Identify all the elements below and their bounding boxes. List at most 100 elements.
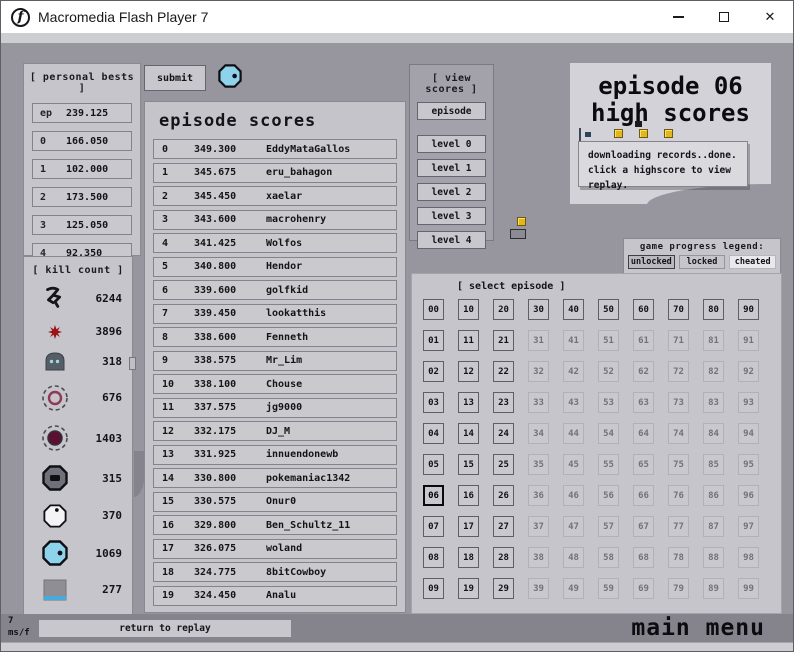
episode-cell-88[interactable]: 88 [703, 547, 724, 568]
episode-cell-04[interactable]: 04 [423, 423, 444, 444]
episode-cell-23[interactable]: 23 [493, 392, 514, 413]
episode-cell-80[interactable]: 80 [703, 299, 724, 320]
episode-cell-31[interactable]: 31 [528, 330, 549, 351]
episode-cell-81[interactable]: 81 [703, 330, 724, 351]
highscore-row[interactable]: 10 338.100 Chouse [153, 374, 397, 395]
episode-cell-28[interactable]: 28 [493, 547, 514, 568]
episode-cell-60[interactable]: 60 [633, 299, 654, 320]
episode-cell-00[interactable]: 00 [423, 299, 444, 320]
highscore-row[interactable]: 6 339.600 golfkid [153, 280, 397, 301]
episode-cell-75[interactable]: 75 [668, 454, 689, 475]
episode-cell-08[interactable]: 08 [423, 547, 444, 568]
highscore-row[interactable]: 16 329.800 Ben_Schultz_11 [153, 515, 397, 536]
episode-cell-96[interactable]: 96 [738, 485, 759, 506]
episode-cell-39[interactable]: 39 [528, 578, 549, 599]
main-menu-button[interactable]: main menu [631, 615, 765, 641]
episode-cell-17[interactable]: 17 [458, 516, 479, 537]
highscore-row[interactable]: 7 339.450 lookatthis [153, 303, 397, 324]
highscore-row[interactable]: 18 324.775 8bitCowboy [153, 562, 397, 583]
episode-cell-29[interactable]: 29 [493, 578, 514, 599]
episode-cell-36[interactable]: 36 [528, 485, 549, 506]
episode-cell-84[interactable]: 84 [703, 423, 724, 444]
episode-cell-24[interactable]: 24 [493, 423, 514, 444]
highscore-row[interactable]: 11 337.575 jg9000 [153, 397, 397, 418]
episode-cell-30[interactable]: 30 [528, 299, 549, 320]
minimize-button[interactable] [655, 1, 701, 33]
episode-cell-91[interactable]: 91 [738, 330, 759, 351]
episode-cell-54[interactable]: 54 [598, 423, 619, 444]
episode-cell-74[interactable]: 74 [668, 423, 689, 444]
episode-cell-79[interactable]: 79 [668, 578, 689, 599]
episode-cell-86[interactable]: 86 [703, 485, 724, 506]
episode-cell-55[interactable]: 55 [598, 454, 619, 475]
episode-cell-51[interactable]: 51 [598, 330, 619, 351]
episode-cell-15[interactable]: 15 [458, 454, 479, 475]
highscore-row[interactable]: 12 332.175 DJ_M [153, 421, 397, 442]
episode-cell-94[interactable]: 94 [738, 423, 759, 444]
episode-cell-02[interactable]: 02 [423, 361, 444, 382]
episode-cell-53[interactable]: 53 [598, 392, 619, 413]
episode-cell-59[interactable]: 59 [598, 578, 619, 599]
episode-cell-85[interactable]: 85 [703, 454, 724, 475]
episode-cell-07[interactable]: 07 [423, 516, 444, 537]
episode-cell-66[interactable]: 66 [633, 485, 654, 506]
highscore-row[interactable]: 1 345.675 eru_bahagon [153, 162, 397, 183]
episode-cell-90[interactable]: 90 [738, 299, 759, 320]
episode-cell-45[interactable]: 45 [563, 454, 584, 475]
episode-cell-41[interactable]: 41 [563, 330, 584, 351]
episode-cell-33[interactable]: 33 [528, 392, 549, 413]
episode-cell-46[interactable]: 46 [563, 485, 584, 506]
episode-cell-09[interactable]: 09 [423, 578, 444, 599]
episode-cell-05[interactable]: 05 [423, 454, 444, 475]
episode-cell-49[interactable]: 49 [563, 578, 584, 599]
highscore-row[interactable]: 17 326.075 woland [153, 538, 397, 559]
episode-cell-78[interactable]: 78 [668, 547, 689, 568]
view-scores-button-level-4[interactable]: level 4 [417, 231, 486, 249]
episode-cell-42[interactable]: 42 [563, 361, 584, 382]
episode-cell-22[interactable]: 22 [493, 361, 514, 382]
episode-cell-52[interactable]: 52 [598, 361, 619, 382]
episode-cell-69[interactable]: 69 [633, 578, 654, 599]
highscore-row[interactable]: 2 345.450 xaelar [153, 186, 397, 207]
episode-cell-47[interactable]: 47 [563, 516, 584, 537]
episode-cell-13[interactable]: 13 [458, 392, 479, 413]
episode-cell-11[interactable]: 11 [458, 330, 479, 351]
episode-cell-12[interactable]: 12 [458, 361, 479, 382]
submit-button[interactable]: submit [144, 65, 206, 91]
episode-cell-68[interactable]: 68 [633, 547, 654, 568]
episode-cell-61[interactable]: 61 [633, 330, 654, 351]
episode-cell-57[interactable]: 57 [598, 516, 619, 537]
highscore-row[interactable]: 13 331.925 innuendonewb [153, 444, 397, 465]
episode-cell-71[interactable]: 71 [668, 330, 689, 351]
episode-cell-38[interactable]: 38 [528, 547, 549, 568]
episode-cell-34[interactable]: 34 [528, 423, 549, 444]
episode-cell-43[interactable]: 43 [563, 392, 584, 413]
highscore-row[interactable]: 14 330.800 pokemaniac1342 [153, 468, 397, 489]
episode-cell-37[interactable]: 37 [528, 516, 549, 537]
episode-cell-95[interactable]: 95 [738, 454, 759, 475]
episode-cell-48[interactable]: 48 [563, 547, 584, 568]
episode-cell-98[interactable]: 98 [738, 547, 759, 568]
episode-cell-03[interactable]: 03 [423, 392, 444, 413]
episode-cell-76[interactable]: 76 [668, 485, 689, 506]
episode-cell-27[interactable]: 27 [493, 516, 514, 537]
episode-cell-83[interactable]: 83 [703, 392, 724, 413]
title-bar[interactable]: f Macromedia Flash Player 7 ✕ [1, 1, 793, 33]
episode-cell-63[interactable]: 63 [633, 392, 654, 413]
episode-cell-92[interactable]: 92 [738, 361, 759, 382]
episode-cell-25[interactable]: 25 [493, 454, 514, 475]
close-button[interactable]: ✕ [747, 1, 793, 33]
episode-cell-58[interactable]: 58 [598, 547, 619, 568]
view-scores-button-level-1[interactable]: level 1 [417, 159, 486, 177]
episode-cell-14[interactable]: 14 [458, 423, 479, 444]
episode-cell-73[interactable]: 73 [668, 392, 689, 413]
view-scores-button-level-3[interactable]: level 3 [417, 207, 486, 225]
return-to-replay-button[interactable]: return to replay [39, 620, 291, 637]
highscore-row[interactable]: 5 340.800 Hendor [153, 256, 397, 277]
episode-cell-50[interactable]: 50 [598, 299, 619, 320]
highscore-row[interactable]: 4 341.425 Wolfos [153, 233, 397, 254]
view-scores-button-level-2[interactable]: level 2 [417, 183, 486, 201]
episode-cell-89[interactable]: 89 [703, 578, 724, 599]
view-scores-button-level-0[interactable]: level 0 [417, 135, 486, 153]
episode-cell-77[interactable]: 77 [668, 516, 689, 537]
